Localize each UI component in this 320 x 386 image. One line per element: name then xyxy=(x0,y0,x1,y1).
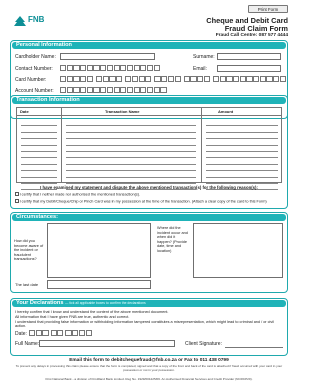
contact-number-field[interactable] xyxy=(60,65,160,71)
card-number-label: Card Number: xyxy=(15,77,47,83)
form-title: Cheque and Debit Card Fraud Claim Form F… xyxy=(206,17,288,39)
dispute-declaration: I have examined my statement and dispute… xyxy=(40,185,258,190)
contact-label: Contact Number: xyxy=(15,66,53,72)
full-name-field[interactable] xyxy=(39,340,175,347)
account-number-label: Account Number: xyxy=(15,88,54,94)
fnb-logo: FNB xyxy=(12,15,54,29)
awareness-answer-box[interactable] xyxy=(47,223,151,278)
date-field[interactable] xyxy=(29,330,92,336)
name-column-lines[interactable] xyxy=(66,120,196,191)
print-form-button[interactable]: Print Form xyxy=(248,5,288,13)
reason-2-text: I certify that my Debit/Cheque/Chip or P… xyxy=(19,199,267,204)
email-field[interactable] xyxy=(217,65,281,72)
surname-field[interactable] xyxy=(217,53,281,60)
circumstances-section: Circumstances: How did you become aware … xyxy=(10,212,288,293)
circumstances-heading: Circumstances: xyxy=(12,214,286,221)
date-label: Date: xyxy=(15,331,27,337)
declarations-heading: Your Declarations — tick all applicable … xyxy=(12,300,286,307)
declarations-section: Your Declarations — tick all applicable … xyxy=(10,298,288,356)
declaration-2-text: All information that I have given FNB ar… xyxy=(15,315,130,319)
declarations-title: Your Declarations xyxy=(16,300,64,306)
surname-label: Surname: xyxy=(193,54,215,60)
card-number-field[interactable] xyxy=(60,76,287,82)
footer-legal: First National Bank - a division of Firs… xyxy=(45,377,253,381)
transaction-info-heading: Transaction Information xyxy=(12,97,286,104)
cardholder-label: Cardholder Name: xyxy=(15,54,56,60)
cardholder-name-field[interactable] xyxy=(60,53,155,60)
declarations-note: — tick all applicable boxes to confirm t… xyxy=(65,301,146,305)
incident-question: Where did the incident occur and when di… xyxy=(157,226,188,253)
declaration-1-text: I hereby confirm that I know and underst… xyxy=(15,310,169,314)
declaration-1[interactable]: I hereby confirm that I know and underst… xyxy=(15,310,283,314)
awareness-question: How did you become aware of the incident… xyxy=(14,239,44,262)
transaction-table: Date Transaction Name Amount xyxy=(16,107,282,191)
col-name-header: Transaction Name xyxy=(105,109,140,114)
account-number-field[interactable] xyxy=(60,87,167,93)
col-amount-header: Amount xyxy=(218,109,234,114)
title-line-2: Fraud Claim Form xyxy=(224,24,288,33)
reason-option-1[interactable]: I certify that I neither made nor author… xyxy=(15,192,283,197)
full-name-label: Full Name: xyxy=(15,341,40,347)
col-date-header: Date xyxy=(20,109,29,114)
last-date-label: The last date xyxy=(15,282,39,287)
declaration-3-text: I understand that providing false inform… xyxy=(15,320,274,329)
last-date-field[interactable] xyxy=(47,280,151,289)
footer-note: To prevent any delays in processing this… xyxy=(15,364,283,372)
transaction-information-section: Transaction Information Date Transaction… xyxy=(10,95,288,209)
fnb-logo-text: FNB xyxy=(28,15,45,24)
personal-info-heading: Personal Information xyxy=(12,42,286,49)
reason-option-2[interactable]: I certify that my Debit/Cheque/Chip or P… xyxy=(15,199,283,204)
reason-1-text: I certify that I neither made nor author… xyxy=(19,192,141,197)
client-signature-line[interactable] xyxy=(225,347,283,348)
incident-answer-box[interactable] xyxy=(193,223,283,278)
client-signature-label: Client Signature: xyxy=(185,341,222,347)
date-column-lines[interactable] xyxy=(21,120,57,191)
declaration-3[interactable]: I understand that providing false inform… xyxy=(15,320,283,329)
email-label: Email: xyxy=(193,66,207,72)
fnb-tree-icon xyxy=(14,16,26,26)
call-centre: Fraud Call Centre: 087 577 4444 xyxy=(215,33,288,38)
declaration-2[interactable]: All information that I have given FNB ar… xyxy=(15,315,283,319)
amount-column-lines[interactable] xyxy=(206,120,278,191)
reason-2-checkbox[interactable] xyxy=(15,199,19,203)
reason-1-checkbox[interactable] xyxy=(15,192,19,196)
